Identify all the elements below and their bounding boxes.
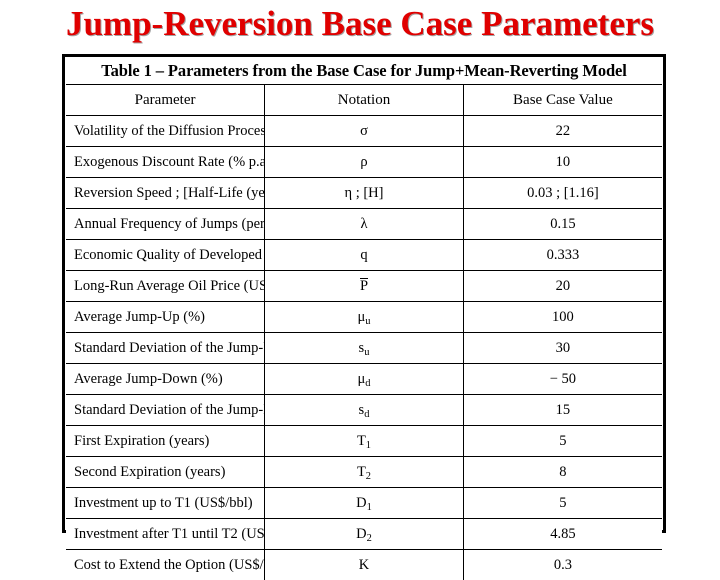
cell-notation: D2 <box>265 519 464 550</box>
cell-value: − 50 <box>463 364 662 395</box>
cell-parameter: Economic Quality of Developed Reserve <box>66 240 265 271</box>
cell-value: 0.03 ; [1.16] <box>463 178 662 209</box>
notation-subscript: u <box>364 346 369 357</box>
cell-notation: P <box>265 271 464 302</box>
table-row: Long-Run Average Oil Price (US$/bbl) P 2… <box>66 271 662 302</box>
cell-value: 100 <box>463 302 662 333</box>
cell-parameter: Investment up to T1 (US$/bbl) <box>66 488 265 519</box>
notation-symbol: σ <box>360 123 368 139</box>
cell-parameter: Standard Deviation of the Jump-Down (%) <box>66 395 265 426</box>
notation-subscript: 1 <box>366 439 371 450</box>
cell-notation: μu <box>265 302 464 333</box>
cell-notation: su <box>265 333 464 364</box>
table-row: Cost to Extend the Option (US$/bbl) K 0.… <box>66 550 662 580</box>
cell-notation: σ <box>265 116 464 147</box>
notation-symbol: su <box>359 340 370 356</box>
notation-symbol: sd <box>359 402 370 418</box>
column-header-parameter: Parameter <box>66 85 265 116</box>
cell-parameter: Investment after T1 until T2 (US$/bbl) <box>66 519 265 550</box>
cell-notation: μd <box>265 364 464 395</box>
notation-symbol: μu <box>357 309 370 325</box>
notation-subscript: 2 <box>367 532 372 543</box>
cell-notation: sd <box>265 395 464 426</box>
cell-parameter: Annual Frequency of Jumps (per annum) <box>66 209 265 240</box>
cell-value: 5 <box>463 426 662 457</box>
notation-symbol: D2 <box>356 526 372 542</box>
cell-value: 0.333 <box>463 240 662 271</box>
notation-symbol: T2 <box>357 464 371 480</box>
cell-value: 0.15 <box>463 209 662 240</box>
cell-parameter: Average Jump-Up (%) <box>66 302 265 333</box>
column-header-base-case-value: Base Case Value <box>463 85 662 116</box>
table-caption-row: Table 1 – Parameters from the Base Case … <box>66 58 662 85</box>
notation-subscript: 1 <box>367 501 372 512</box>
parameters-table-body: Table 1 – Parameters from the Base Case … <box>66 58 662 580</box>
page-title: Jump-Reversion Base Case Parameters <box>0 2 720 46</box>
table-row: Second Expiration (years) T2 8 <box>66 457 662 488</box>
cell-value: 15 <box>463 395 662 426</box>
table-row: Economic Quality of Developed Reserve q … <box>66 240 662 271</box>
cell-value: 0.3 <box>463 550 662 580</box>
table-header-row: Parameter Notation Base Case Value <box>66 85 662 116</box>
cell-notation: ρ <box>265 147 464 178</box>
slide-canvas: Jump-Reversion Base Case Parameters Tabl… <box>0 0 720 540</box>
cell-value: 4.85 <box>463 519 662 550</box>
table-caption: Table 1 – Parameters from the Base Case … <box>66 58 662 85</box>
cell-notation: η ; [H] <box>265 178 464 209</box>
table-row: Exogenous Discount Rate (% p.a.) ρ 10 <box>66 147 662 178</box>
notation-base: D <box>356 495 366 511</box>
cell-value: 22 <box>463 116 662 147</box>
cell-notation: λ <box>265 209 464 240</box>
notation-symbol: ρ <box>360 154 367 170</box>
cell-value: 20 <box>463 271 662 302</box>
table-row: Investment up to T1 (US$/bbl) D1 5 <box>66 488 662 519</box>
notation-base: T <box>357 464 366 480</box>
cell-notation: T2 <box>265 457 464 488</box>
notation-symbol: q <box>360 247 367 263</box>
cell-notation: q <box>265 240 464 271</box>
parameters-table-frame: Table 1 – Parameters from the Base Case … <box>62 54 666 533</box>
cell-parameter: Cost to Extend the Option (US$/bbl) <box>66 550 265 580</box>
notation-symbol-overbar: P <box>360 278 368 294</box>
cell-parameter: Second Expiration (years) <box>66 457 265 488</box>
cell-parameter: Reversion Speed ; [Half-Life (years)] <box>66 178 265 209</box>
notation-symbol: D1 <box>356 495 372 511</box>
table-row: First Expiration (years) T1 5 <box>66 426 662 457</box>
table-row: Standard Deviation of the Jump-Up (%) su… <box>66 333 662 364</box>
table-row: Standard Deviation of the Jump-Down (%) … <box>66 395 662 426</box>
cell-notation: D1 <box>265 488 464 519</box>
notation-symbol: T1 <box>357 433 371 449</box>
notation-symbol: λ <box>360 216 367 232</box>
notation-base: T <box>357 433 366 449</box>
column-header-notation: Notation <box>265 85 464 116</box>
cell-notation: T1 <box>265 426 464 457</box>
table-row: Average Jump-Down (%) μd − 50 <box>66 364 662 395</box>
cell-value: 5 <box>463 488 662 519</box>
cell-parameter: Long-Run Average Oil Price (US$/bbl) <box>66 271 265 302</box>
cell-parameter: Standard Deviation of the Jump-Up (%) <box>66 333 265 364</box>
notation-subscript: u <box>365 315 370 326</box>
notation-subscript: d <box>365 377 370 388</box>
table-row: Average Jump-Up (%) μu 100 <box>66 302 662 333</box>
notation-subscript: d <box>364 408 369 419</box>
notation-subscript: 2 <box>366 470 371 481</box>
cell-parameter: Average Jump-Down (%) <box>66 364 265 395</box>
notation-symbol: K <box>359 557 369 573</box>
parameters-table: Table 1 – Parameters from the Base Case … <box>66 58 662 580</box>
cell-notation: K <box>265 550 464 580</box>
notation-symbol: η ; [H] <box>344 185 383 201</box>
notation-symbol: μd <box>357 371 370 387</box>
cell-value: 10 <box>463 147 662 178</box>
cell-parameter: First Expiration (years) <box>66 426 265 457</box>
cell-value: 8 <box>463 457 662 488</box>
table-row: Reversion Speed ; [Half-Life (years)] η … <box>66 178 662 209</box>
cell-value: 30 <box>463 333 662 364</box>
table-row: Volatility of the Diffusion Process (% p… <box>66 116 662 147</box>
cell-parameter: Exogenous Discount Rate (% p.a.) <box>66 147 265 178</box>
cell-parameter: Volatility of the Diffusion Process (% p… <box>66 116 265 147</box>
notation-base: D <box>356 526 366 542</box>
table-row: Investment after T1 until T2 (US$/bbl) D… <box>66 519 662 550</box>
table-row: Annual Frequency of Jumps (per annum) λ … <box>66 209 662 240</box>
